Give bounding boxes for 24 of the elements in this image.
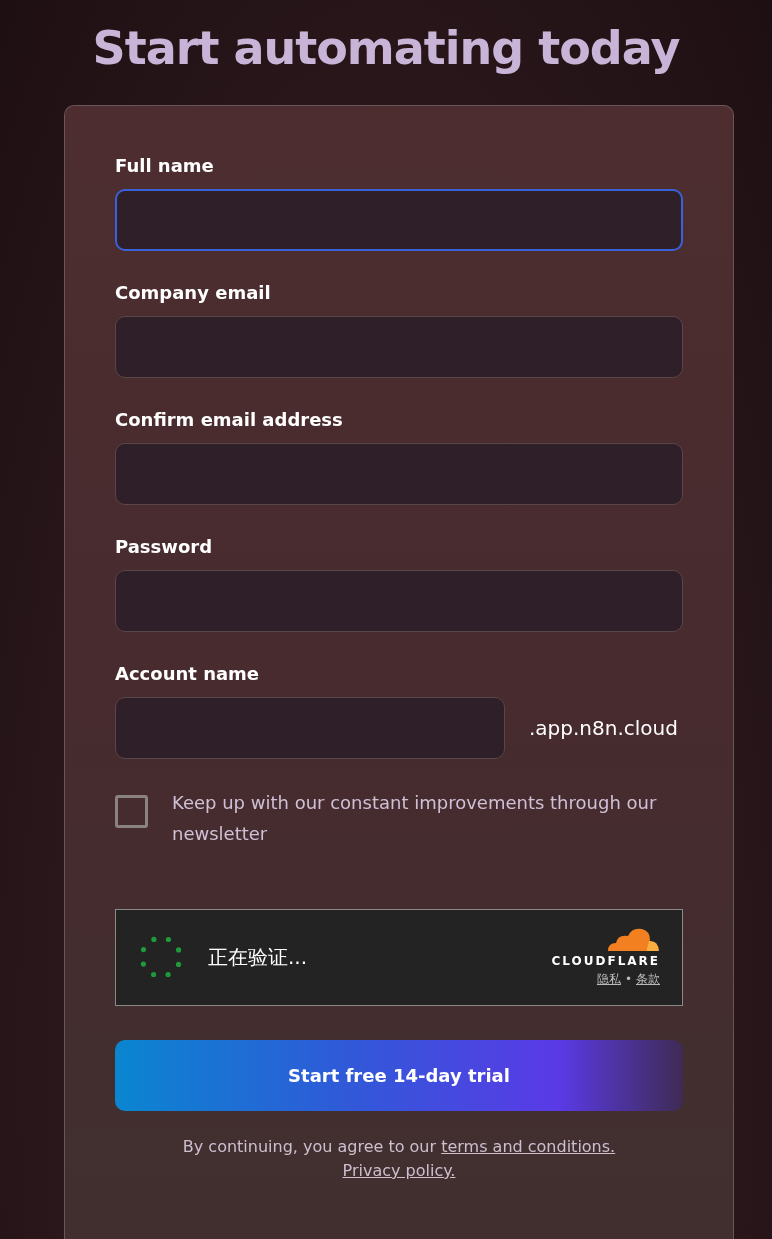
field-label: Full name xyxy=(115,153,215,178)
input-field[interactable] xyxy=(115,569,683,632)
checkbox-label: Keep up with our constant improvements through our newsletter xyxy=(172,790,658,846)
domain-suffix: .app.n8n.cloud xyxy=(529,714,678,742)
input-field[interactable] xyxy=(115,442,683,505)
field-label: Confirm email address xyxy=(115,407,344,432)
input-field[interactable] xyxy=(115,315,683,378)
captcha-link[interactable]: 条款 xyxy=(636,970,660,989)
page-heading: Start automating today xyxy=(91,20,681,75)
legal-link[interactable]: terms and conditions. xyxy=(441,1136,616,1156)
legal-text: By continuing, you agree to our terms and conditions. Privacy policy. xyxy=(181,1135,617,1182)
field-label: Company email xyxy=(115,280,272,305)
captcha-link[interactable]: 隐私 xyxy=(596,970,621,989)
submit-button[interactable]: Start free 14-day trial xyxy=(115,1039,683,1111)
field-label: Account name xyxy=(115,661,261,686)
separator: • xyxy=(624,971,632,989)
checkbox[interactable] xyxy=(115,794,148,828)
captcha-status: 正在验证... xyxy=(208,944,308,972)
cloud-icon xyxy=(606,926,660,953)
input-field[interactable] xyxy=(115,696,505,759)
legal-link[interactable]: Privacy policy. xyxy=(342,1160,456,1180)
input-field[interactable] xyxy=(115,188,683,251)
brand-name: CLOUDFLARE xyxy=(551,953,660,971)
field-label: Password xyxy=(115,534,214,559)
